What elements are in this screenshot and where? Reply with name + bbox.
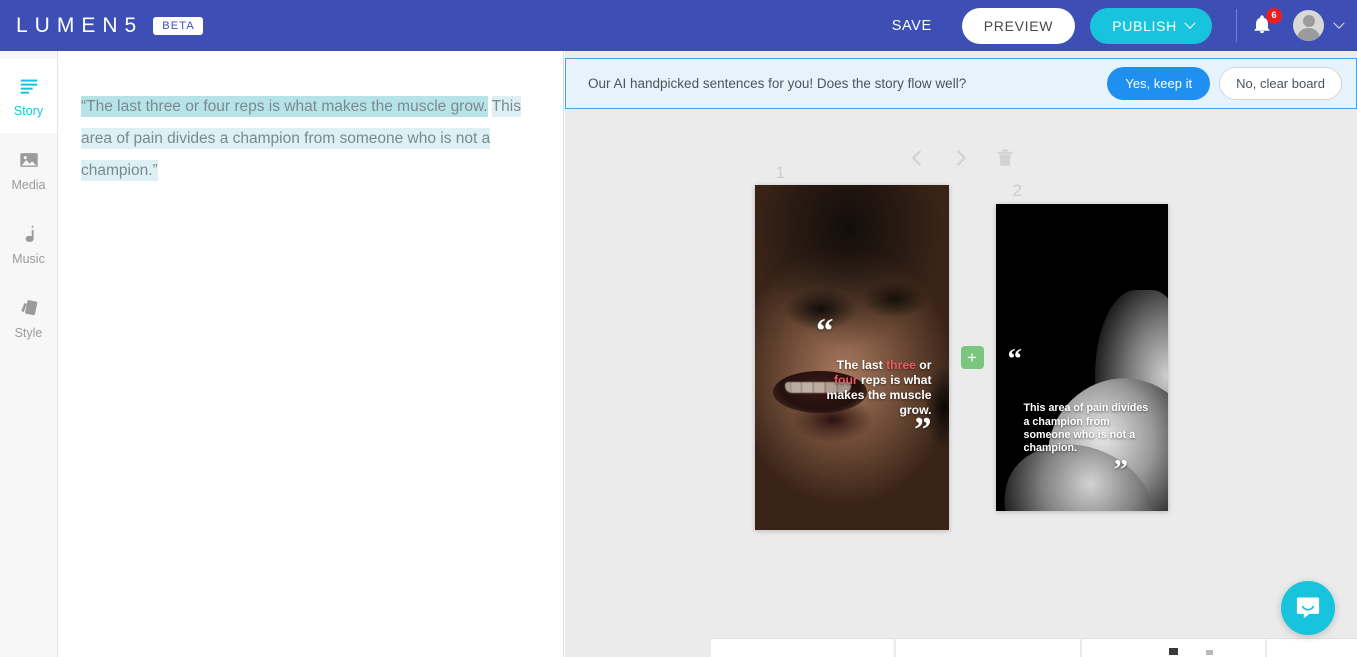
app-logo: LUMEN5 bbox=[16, 13, 144, 37]
bottom-panel[interactable] bbox=[895, 638, 1080, 657]
left-sidebar: Story Media Music Style bbox=[0, 51, 58, 657]
chat-bubble-icon bbox=[1296, 597, 1320, 619]
close-quote-mark: ” bbox=[914, 410, 932, 449]
quote-accent-word: four bbox=[833, 373, 858, 387]
scene-quote-text-2: This area of pain divides a champion fro… bbox=[1023, 402, 1149, 454]
music-note-icon bbox=[25, 225, 34, 242]
sidebar-item-media[interactable]: Media bbox=[0, 133, 57, 207]
chevron-down-icon bbox=[1184, 17, 1196, 29]
sidebar-item-label: Music bbox=[12, 251, 45, 266]
sidebar-item-label: Style bbox=[14, 325, 43, 340]
scene-card-slot-1: 1 “ The last three or four reps is what … bbox=[754, 163, 949, 530]
script-text[interactable]: “The last three or four reps is what mak… bbox=[81, 91, 533, 187]
sidebar-item-label: Media bbox=[11, 177, 46, 192]
ai-banner-message: Our AI handpicked sentences for you! Doe… bbox=[588, 76, 967, 91]
save-button[interactable]: SAVE bbox=[882, 10, 942, 42]
notification-count-badge: 6 bbox=[1266, 7, 1282, 24]
scene-toolbar bbox=[565, 147, 1357, 169]
sidebar-item-music[interactable]: Music bbox=[0, 207, 57, 281]
style-cards-icon bbox=[20, 299, 37, 315]
chevron-right-icon[interactable] bbox=[950, 147, 972, 169]
bottom-panel[interactable] bbox=[1265, 638, 1357, 657]
scene-quote-text-1: The last three or four reps is what make… bbox=[822, 358, 932, 418]
beta-badge: BETA bbox=[153, 16, 203, 35]
publish-button[interactable]: PUBLISH bbox=[1090, 7, 1212, 44]
image-icon bbox=[19, 152, 38, 167]
sidebar-item-story[interactable]: Story bbox=[0, 59, 57, 133]
avatar[interactable] bbox=[1293, 10, 1324, 41]
chevron-left-icon[interactable] bbox=[906, 147, 928, 169]
open-quote-mark: “ bbox=[816, 311, 834, 350]
quote-accent-word: three bbox=[886, 358, 916, 372]
top-bar: LUMEN5 BETA SAVE PREVIEW PUBLISH 6 bbox=[0, 0, 1357, 51]
quote-part: or bbox=[915, 358, 932, 372]
scene-card-1[interactable]: “ The last three or four reps is what ma… bbox=[754, 185, 949, 530]
scene-card-2[interactable]: “ This area of pain divides a champion f… bbox=[995, 204, 1168, 511]
bottom-panel-icon bbox=[1206, 650, 1214, 655]
open-quote-mark: “ bbox=[1007, 343, 1023, 375]
add-scene-button[interactable]: + bbox=[960, 346, 984, 369]
chat-launcher-button[interactable] bbox=[1281, 581, 1335, 635]
notifications-button[interactable]: 6 bbox=[1251, 7, 1282, 39]
scene-cards-row: 1 “ The last three or four reps is what … bbox=[565, 163, 1357, 530]
sidebar-item-label: Story bbox=[13, 103, 44, 118]
script-editor-pane[interactable]: “The last three or four reps is what mak… bbox=[59, 51, 564, 657]
bottom-panel-strip bbox=[710, 638, 1357, 657]
scene-number: 1 bbox=[775, 163, 785, 182]
trash-icon[interactable] bbox=[994, 147, 1016, 169]
toolbar-divider bbox=[1236, 9, 1237, 42]
storyboard-pane: Our AI handpicked sentences for you! Doe… bbox=[565, 51, 1357, 657]
keep-board-button[interactable]: Yes, keep it bbox=[1107, 67, 1211, 100]
story-lines-icon bbox=[20, 79, 37, 94]
scene-number: 2 bbox=[1012, 181, 1022, 200]
bottom-panel[interactable] bbox=[710, 638, 895, 657]
quote-part: The last bbox=[836, 358, 887, 372]
close-quote-mark: ” bbox=[1113, 454, 1129, 486]
script-sentence-1[interactable]: “The last three or four reps is what mak… bbox=[81, 96, 488, 117]
top-bar-actions: SAVE PREVIEW PUBLISH 6 bbox=[882, 0, 1357, 51]
preview-button[interactable]: PREVIEW bbox=[961, 7, 1076, 44]
account-chevron-down-icon[interactable] bbox=[1333, 17, 1345, 29]
clear-board-button[interactable]: No, clear board bbox=[1219, 67, 1342, 100]
ai-banner-actions: Yes, keep it No, clear board bbox=[1107, 67, 1342, 100]
publish-button-label: PUBLISH bbox=[1112, 17, 1177, 34]
ai-suggestion-banner: Our AI handpicked sentences for you! Doe… bbox=[565, 58, 1357, 109]
bottom-panel-icon bbox=[1169, 648, 1179, 655]
scene-card-slot-2: 2 “ This area of pain divides a champion… bbox=[995, 181, 1168, 511]
bottom-panel[interactable] bbox=[1080, 638, 1265, 657]
sidebar-item-style[interactable]: Style bbox=[0, 281, 57, 355]
